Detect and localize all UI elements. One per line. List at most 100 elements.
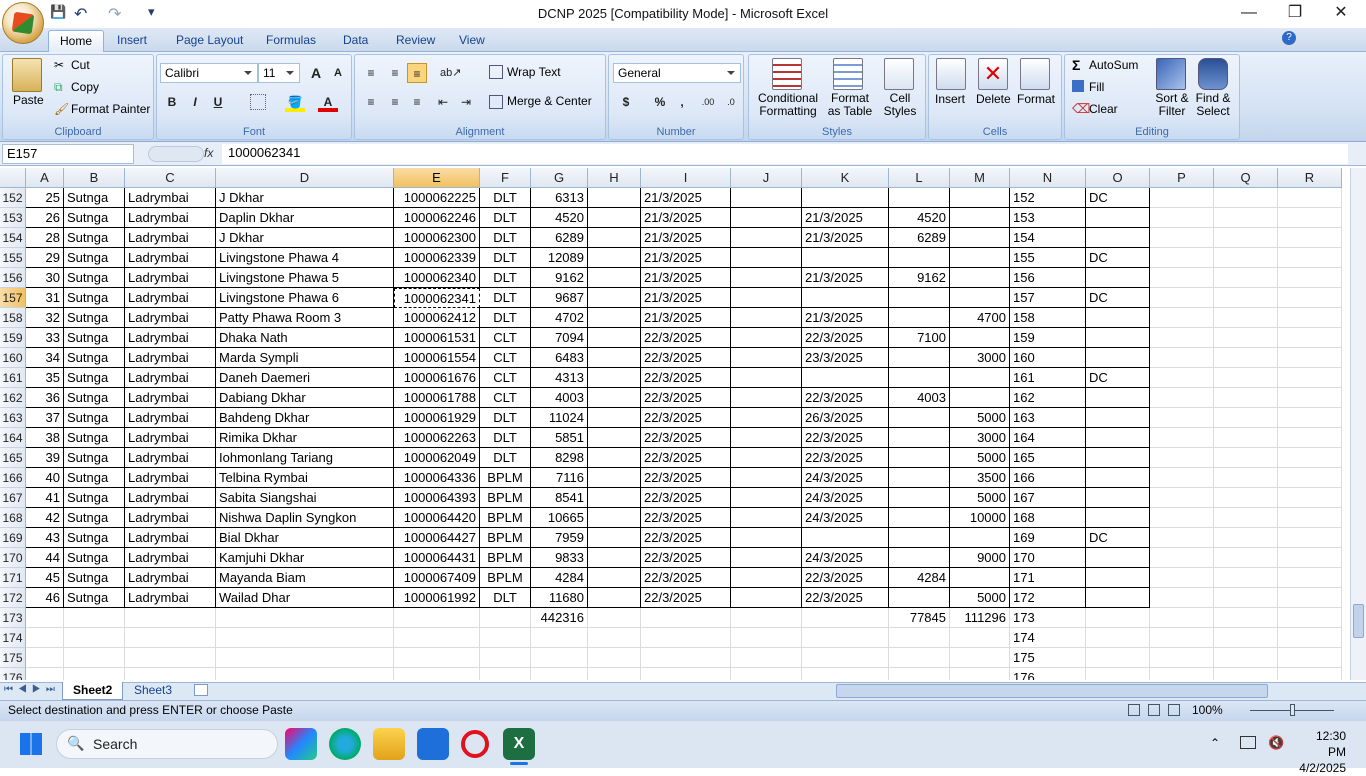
page-layout-view-icon[interactable] bbox=[1148, 704, 1160, 716]
cell-i[interactable] bbox=[641, 668, 731, 680]
cell-d[interactable]: Rimika Dkhar bbox=[216, 428, 394, 448]
wrap-text-icon[interactable] bbox=[489, 65, 503, 79]
cell-r[interactable] bbox=[1278, 468, 1342, 488]
cell-p[interactable] bbox=[1150, 348, 1214, 368]
row-header[interactable]: 175 bbox=[0, 648, 26, 668]
cell-o[interactable] bbox=[1086, 548, 1150, 568]
row-header[interactable]: 170 bbox=[0, 548, 26, 568]
cell-g[interactable]: 12089 bbox=[531, 248, 588, 268]
cell-h[interactable] bbox=[588, 388, 641, 408]
cell-m[interactable] bbox=[950, 568, 1010, 588]
excel-taskbar-icon[interactable]: X bbox=[503, 728, 535, 760]
column-header[interactable]: I bbox=[641, 168, 731, 188]
cell-o[interactable] bbox=[1086, 408, 1150, 428]
cell-c[interactable]: Ladrymbai bbox=[125, 288, 216, 308]
cell-e[interactable]: 1000062225 bbox=[394, 188, 480, 208]
cell-p[interactable] bbox=[1150, 188, 1214, 208]
row-header[interactable]: 162 bbox=[0, 388, 26, 408]
cell-i[interactable]: 21/3/2025 bbox=[641, 308, 731, 328]
sheet-tab-sheet3[interactable]: Sheet3 bbox=[124, 682, 182, 700]
column-header[interactable]: Q bbox=[1214, 168, 1278, 188]
cell-q[interactable] bbox=[1214, 388, 1278, 408]
cell-g[interactable]: 7094 bbox=[531, 328, 588, 348]
cell-j[interactable] bbox=[731, 348, 802, 368]
cell-d[interactable]: Livingstone Phawa 5 bbox=[216, 268, 394, 288]
cell-g[interactable]: 8541 bbox=[531, 488, 588, 508]
cell-q[interactable] bbox=[1214, 628, 1278, 648]
cell-p[interactable] bbox=[1150, 428, 1214, 448]
cell-p[interactable] bbox=[1150, 268, 1214, 288]
cell-f[interactable]: BPLM bbox=[480, 488, 531, 508]
cell-d[interactable]: Nishwa Daplin Syngkon bbox=[216, 508, 394, 528]
taskbar-clock[interactable]: 12:30 PM 4/2/2025 bbox=[1296, 728, 1346, 776]
cell-a[interactable]: 33 bbox=[26, 328, 64, 348]
cell-m[interactable] bbox=[950, 228, 1010, 248]
merge-center-button[interactable]: Merge & Center bbox=[507, 94, 592, 108]
worksheet-grid[interactable]: A B C D E F G H I J K L M N O P Q R 152 25 Sutnga Ladrymbai J … bbox=[0, 168, 1350, 680]
undo-icon[interactable]: ↶ bbox=[74, 4, 87, 23]
currency-button[interactable]: $ bbox=[616, 92, 636, 112]
cell-e[interactable]: 1000064336 bbox=[394, 468, 480, 488]
cell-q[interactable] bbox=[1214, 468, 1278, 488]
tray-overflow-icon[interactable]: ⌃ bbox=[1210, 736, 1220, 750]
cell-k[interactable]: 21/3/2025 bbox=[802, 308, 889, 328]
cell-b[interactable]: Sutnga bbox=[64, 368, 125, 388]
cell-q[interactable] bbox=[1214, 668, 1278, 680]
cell-b[interactable]: Sutnga bbox=[64, 348, 125, 368]
cell-m[interactable] bbox=[950, 528, 1010, 548]
cell-i[interactable]: 22/3/2025 bbox=[641, 588, 731, 608]
cell-l[interactable] bbox=[889, 468, 950, 488]
customize-qat-icon[interactable]: ▾ bbox=[148, 4, 155, 22]
cell-e[interactable]: 1000061788 bbox=[394, 388, 480, 408]
cell-n[interactable]: 156 bbox=[1010, 268, 1086, 288]
fill-button[interactable]: Fill bbox=[1089, 80, 1104, 94]
row-header[interactable]: 154 bbox=[0, 228, 26, 248]
cell-q[interactable] bbox=[1214, 568, 1278, 588]
cell-g[interactable]: 6483 bbox=[531, 348, 588, 368]
cell-c[interactable]: Ladrymbai bbox=[125, 208, 216, 228]
windows-start-icon[interactable] bbox=[20, 733, 42, 755]
cell-k[interactable]: 24/3/2025 bbox=[802, 488, 889, 508]
cell-j[interactable] bbox=[731, 588, 802, 608]
cell-r[interactable] bbox=[1278, 308, 1342, 328]
close-button[interactable]: ✕ bbox=[1318, 2, 1364, 26]
cell-m[interactable] bbox=[950, 368, 1010, 388]
cell-o[interactable] bbox=[1086, 448, 1150, 468]
insert-cells-button[interactable]: Insert bbox=[935, 92, 965, 106]
cell-n[interactable]: 169 bbox=[1010, 528, 1086, 548]
cell-p[interactable] bbox=[1150, 288, 1214, 308]
cell-p[interactable] bbox=[1150, 368, 1214, 388]
cell-i[interactable]: 22/3/2025 bbox=[641, 448, 731, 468]
tab-review[interactable]: Review bbox=[385, 30, 446, 52]
cell-b[interactable]: Sutnga bbox=[64, 268, 125, 288]
cell-n[interactable]: 164 bbox=[1010, 428, 1086, 448]
format-painter-icon[interactable]: 🖌 bbox=[54, 102, 69, 116]
cell-n[interactable]: 158 bbox=[1010, 308, 1086, 328]
copy-icon[interactable]: ⧉ bbox=[54, 80, 63, 95]
increase-decimal-icon[interactable]: .00 bbox=[698, 92, 718, 112]
cell-p[interactable] bbox=[1150, 488, 1214, 508]
cell-f[interactable]: CLT bbox=[480, 388, 531, 408]
cell-o[interactable]: DC bbox=[1086, 188, 1150, 208]
insert-function-icon[interactable]: fx bbox=[204, 146, 213, 160]
cell-p[interactable] bbox=[1150, 208, 1214, 228]
cut-button[interactable]: Cut bbox=[71, 58, 90, 72]
cell-i[interactable]: 21/3/2025 bbox=[641, 208, 731, 228]
cell-j[interactable] bbox=[731, 388, 802, 408]
volume-icon[interactable]: 🔇 bbox=[1268, 735, 1284, 751]
cell-r[interactable] bbox=[1278, 388, 1342, 408]
font-name-select[interactable]: Calibri bbox=[160, 63, 258, 83]
cell-h[interactable] bbox=[588, 228, 641, 248]
cell-k[interactable]: 22/3/2025 bbox=[802, 448, 889, 468]
cell-l[interactable] bbox=[889, 668, 950, 680]
taskbar-search-box[interactable]: 🔍 Search bbox=[56, 729, 278, 759]
cell-b[interactable]: Sutnga bbox=[64, 188, 125, 208]
cell-f[interactable]: BPLM bbox=[480, 508, 531, 528]
cell-o[interactable] bbox=[1086, 628, 1150, 648]
cell-a[interactable]: 43 bbox=[26, 528, 64, 548]
borders-icon[interactable] bbox=[250, 94, 266, 110]
fill-color-icon[interactable]: 🪣 bbox=[285, 92, 305, 112]
align-left-icon[interactable]: ≡ bbox=[361, 92, 381, 112]
cell-c[interactable]: Ladrymbai bbox=[125, 428, 216, 448]
cell-k[interactable]: 22/3/2025 bbox=[802, 388, 889, 408]
